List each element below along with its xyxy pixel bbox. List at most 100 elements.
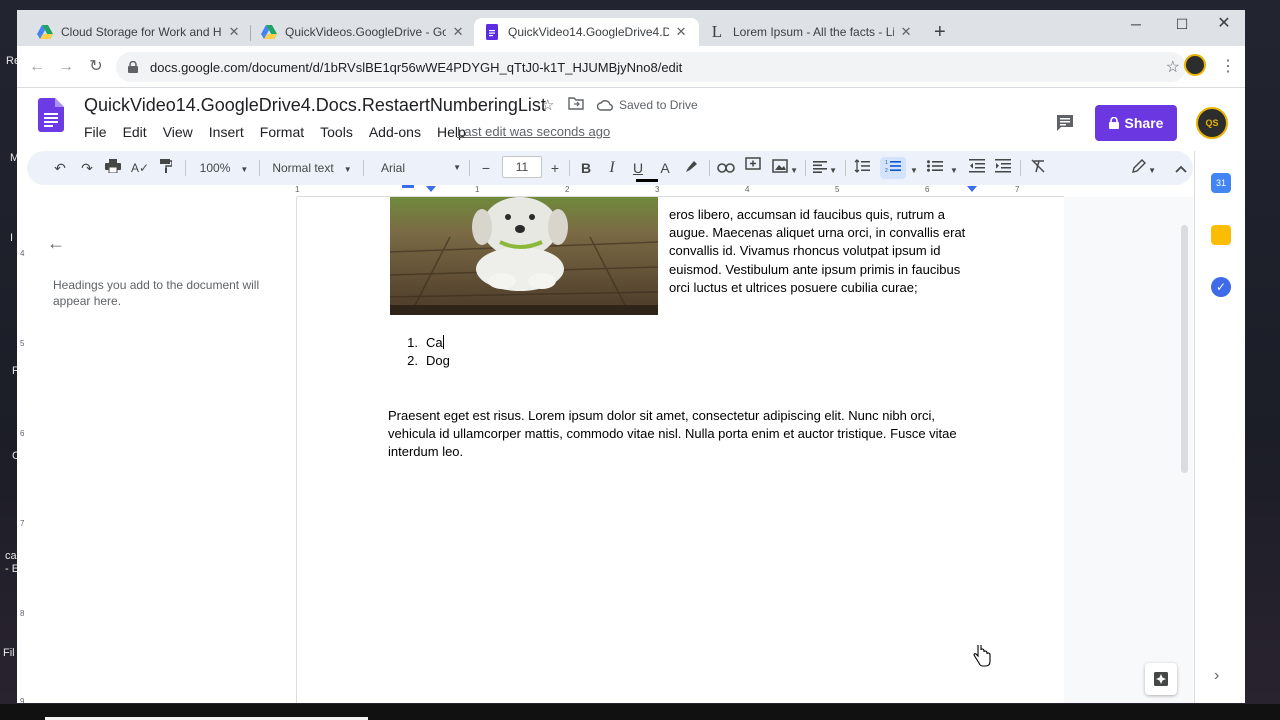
menu-file[interactable]: File	[84, 121, 115, 143]
browser-toolbar: ← → ↻ docs.google.com/document/d/1bRVslB…	[17, 46, 1245, 88]
account-avatar[interactable]: QS	[1196, 107, 1228, 139]
add-comment-icon[interactable]	[742, 157, 764, 179]
align-icon[interactable]: ▼	[810, 157, 840, 179]
star-icon[interactable]: ☆	[541, 96, 554, 114]
ruler-number: 7	[20, 519, 25, 528]
tasks-icon[interactable]: ✓	[1211, 277, 1231, 297]
document-outline: ← Headings you add to the document will …	[17, 197, 297, 703]
ruler-number: 5	[835, 185, 840, 194]
hide-menus-icon[interactable]	[1170, 157, 1192, 179]
new-tab-icon[interactable]: +	[934, 22, 946, 42]
forward-icon[interactable]: →	[55, 56, 77, 78]
menu-tools[interactable]: Tools	[312, 121, 361, 143]
minimize-icon[interactable]: ─	[1113, 14, 1159, 34]
lock-icon	[128, 60, 138, 73]
close-window-icon[interactable]: ✕	[1201, 14, 1245, 34]
taskbar	[0, 704, 1280, 720]
address-bar[interactable]: docs.google.com/document/d/1bRVslBE1qr56…	[116, 52, 1186, 82]
docs-logo-icon[interactable]	[38, 98, 64, 132]
body-paragraph[interactable]: Praesent eget est risus. Lorem ipsum dol…	[388, 407, 980, 462]
bulleted-list-dropdown-icon[interactable]: ▼	[948, 157, 960, 179]
italic-icon[interactable]: I	[601, 157, 623, 179]
explore-button[interactable]	[1145, 663, 1177, 695]
ruler-number: 4	[745, 185, 750, 194]
style-select[interactable]: Normal text ▼	[267, 157, 357, 179]
page-gutter	[1064, 197, 1193, 703]
spellcheck-icon[interactable]: A✓	[129, 157, 151, 179]
menu-view[interactable]: View	[155, 121, 201, 143]
list-item-text: Dog	[426, 353, 450, 369]
move-folder-icon[interactable]	[568, 96, 584, 114]
tab-cloud-storage[interactable]: Cloud Storage for Work and Home ✕	[27, 18, 252, 46]
close-outline-icon[interactable]: ←	[47, 233, 65, 254]
highlight-color-icon[interactable]	[681, 157, 703, 179]
menu-format[interactable]: Format	[252, 121, 312, 143]
maximize-icon[interactable]: ☐	[1159, 14, 1205, 34]
last-edit-link[interactable]: Last edit was seconds ago	[457, 124, 610, 139]
document-title[interactable]: QuickVideo14.GoogleDrive4.Docs.RestaertN…	[84, 95, 546, 116]
text-color-icon[interactable]: A	[654, 157, 676, 179]
tab-lorem-ipsum[interactable]: L Lorem Ipsum - All the facts - Lipsum ✕	[699, 18, 924, 46]
profile-avatar[interactable]	[1184, 54, 1206, 76]
bookmark-star-icon[interactable]: ☆	[1166, 57, 1180, 77]
text-cursor	[442, 335, 444, 349]
numbered-list-icon[interactable]: 12	[880, 157, 906, 179]
undo-icon[interactable]: ↶	[49, 157, 71, 179]
zoom-value: 100%	[199, 161, 231, 175]
menu-addons[interactable]: Add-ons	[361, 121, 429, 143]
reload-icon[interactable]: ↻	[85, 56, 107, 78]
menu-insert[interactable]: Insert	[201, 121, 252, 143]
close-tab-icon[interactable]: ✕	[450, 24, 466, 40]
font-value: Arial	[381, 161, 406, 175]
numbered-list-dropdown-icon[interactable]: ▼	[908, 157, 920, 179]
font-size-input[interactable]: 11	[502, 156, 542, 178]
decrease-font-size-button[interactable]: −	[476, 157, 496, 179]
increase-indent-icon[interactable]	[992, 157, 1014, 179]
document-page[interactable]: eros libero, accumsan id faucibus quis, …	[297, 197, 1064, 703]
bulleted-list-icon[interactable]	[924, 157, 946, 179]
font-select[interactable]: Arial ▼	[371, 157, 465, 179]
comment-history-icon[interactable]	[1055, 113, 1077, 135]
close-tab-icon[interactable]: ✕	[898, 24, 914, 40]
list-item[interactable]: 1. Ca	[390, 334, 450, 352]
insert-link-icon[interactable]	[715, 157, 737, 179]
numbered-list[interactable]: 1. Ca 2. Dog	[390, 334, 450, 370]
zoom-select[interactable]: 100% ▼	[193, 157, 255, 179]
increase-font-size-button[interactable]: +	[545, 157, 565, 179]
first-line-indent-marker[interactable]	[426, 186, 436, 192]
puppy-image[interactable]	[390, 197, 658, 315]
ruler-number: 1	[475, 185, 480, 194]
decrease-indent-icon[interactable]	[966, 157, 988, 179]
vertical-scrollbar[interactable]	[1181, 225, 1188, 473]
list-item[interactable]: 2. Dog	[390, 352, 450, 370]
print-icon[interactable]	[102, 157, 124, 179]
underline-icon[interactable]: U	[627, 157, 649, 179]
back-icon[interactable]: ←	[26, 56, 48, 78]
share-button[interactable]: Share	[1095, 105, 1177, 141]
tab-current-doc[interactable]: QuickVideo14.GoogleDrive4.Docs.RestaertN…	[474, 18, 699, 46]
ruler-number: 9	[20, 697, 25, 703]
google-drive-icon	[261, 24, 277, 40]
wrapped-paragraph[interactable]: eros libero, accumsan id faucibus quis, …	[669, 206, 979, 297]
left-indent-marker[interactable]	[402, 185, 414, 188]
bold-icon[interactable]: B	[575, 157, 597, 179]
list-number: 1.	[407, 335, 418, 350]
desktop-text: I	[10, 232, 14, 244]
editing-mode-icon[interactable]: ▼	[1127, 157, 1161, 179]
show-side-panel-icon[interactable]: ›	[1214, 667, 1219, 685]
redo-icon[interactable]: ↷	[76, 157, 98, 179]
insert-image-icon[interactable]: ▼	[769, 157, 801, 179]
ruler-number: 5	[20, 339, 25, 348]
calendar-icon[interactable]: 31	[1211, 173, 1231, 193]
tab-quickvideos-drive[interactable]: QuickVideos.GoogleDrive - Google Drive ✕	[251, 18, 476, 46]
paint-format-icon[interactable]	[155, 157, 177, 179]
browser-menu-icon[interactable]: ⋮	[1220, 56, 1236, 76]
share-label: Share	[1124, 115, 1164, 131]
close-tab-icon[interactable]: ✕	[226, 24, 242, 40]
menu-edit[interactable]: Edit	[115, 121, 155, 143]
right-indent-marker[interactable]	[967, 186, 977, 192]
close-tab-icon[interactable]: ✕	[673, 24, 689, 40]
line-spacing-icon[interactable]	[851, 157, 873, 179]
clear-formatting-icon[interactable]	[1027, 157, 1049, 179]
keep-icon[interactable]	[1211, 225, 1231, 245]
